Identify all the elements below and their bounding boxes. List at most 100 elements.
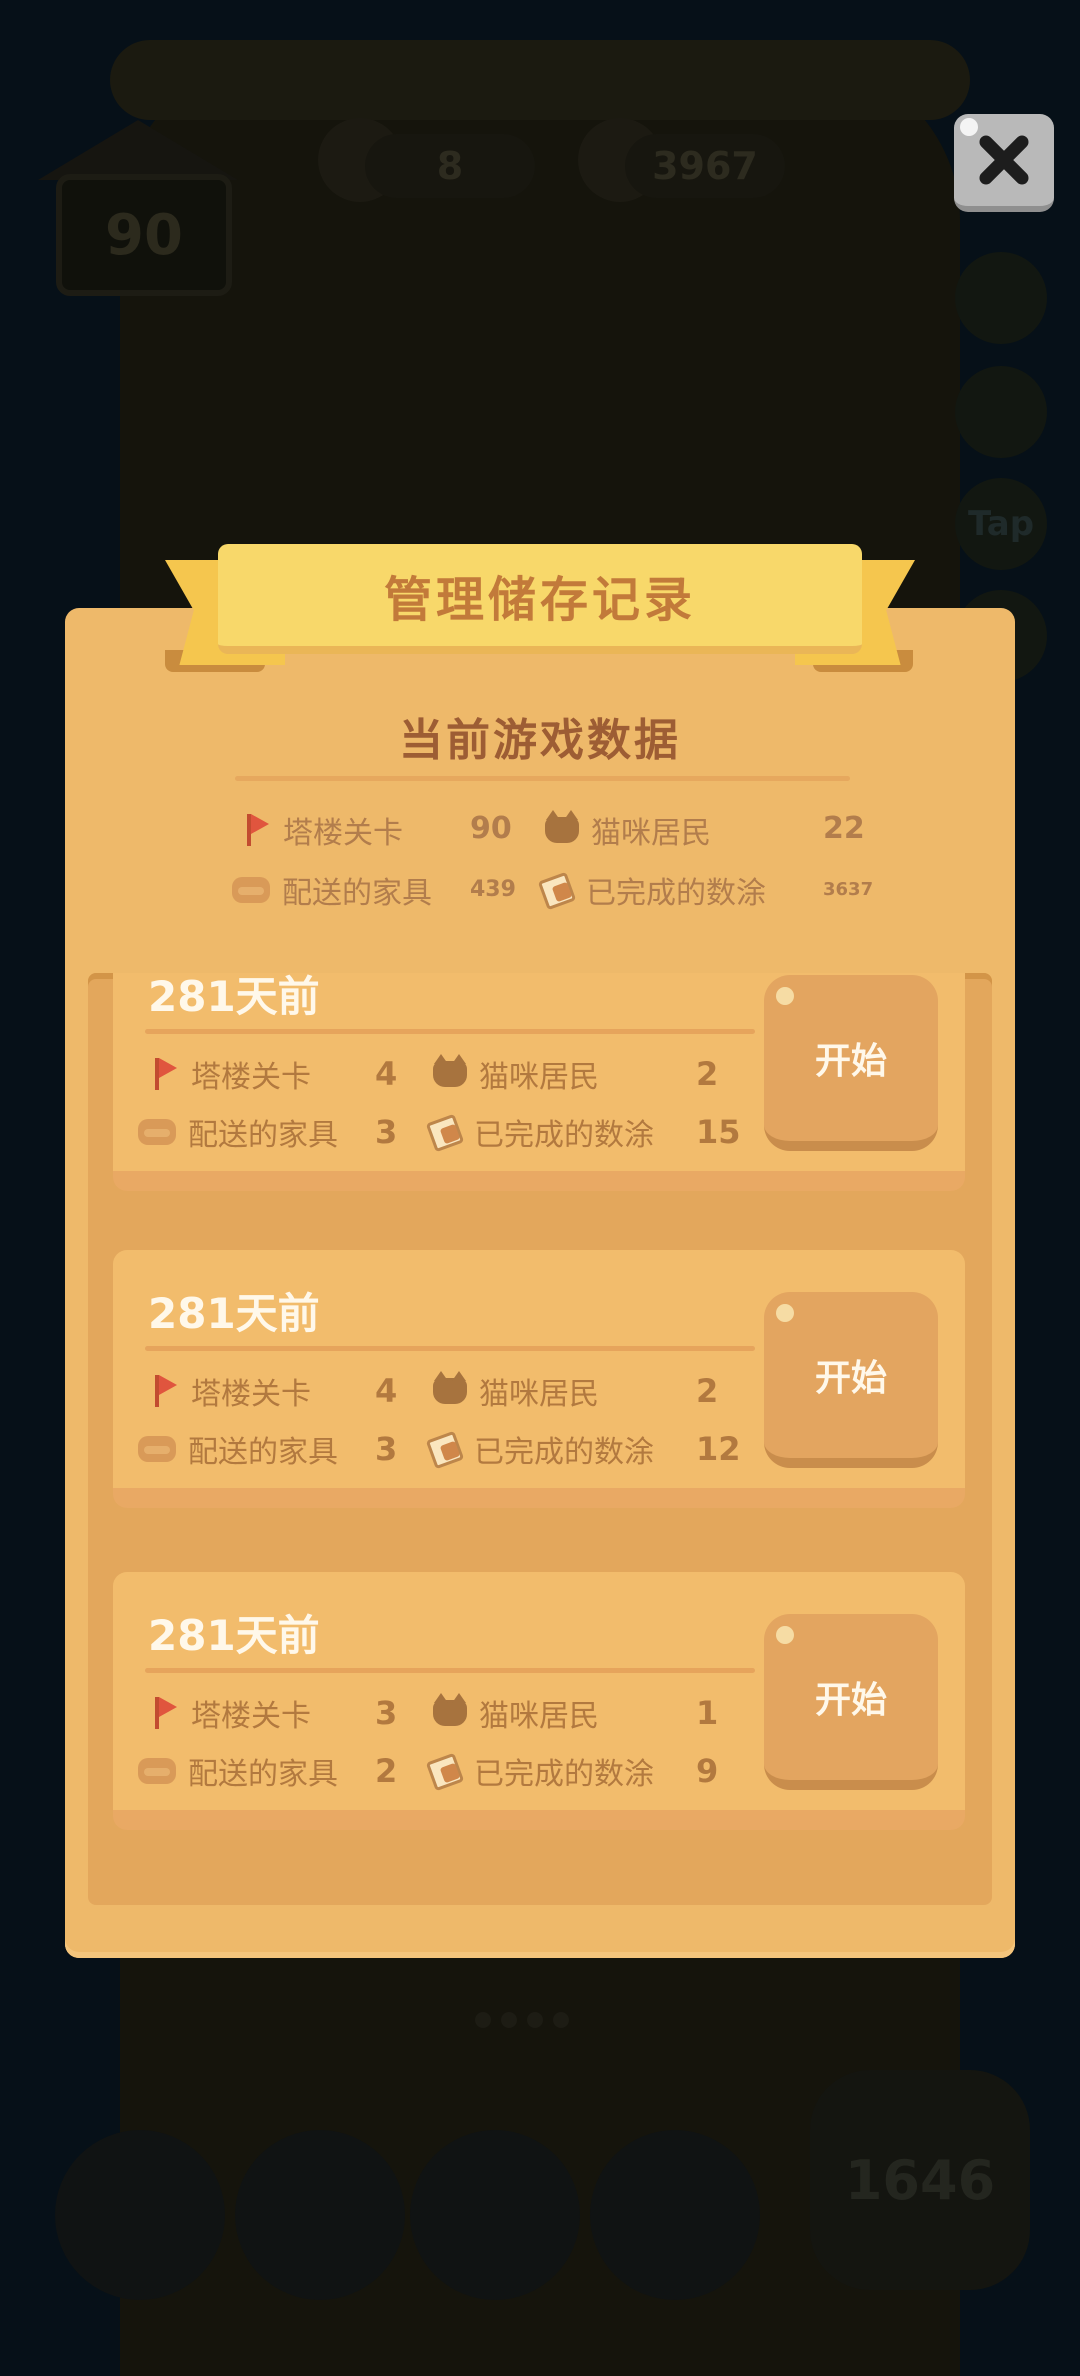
house-roof-icon [38, 120, 238, 180]
cat-residents-label: 猫咪居民 [591, 816, 711, 851]
tower-level-label: 塔楼关卡 [191, 1060, 311, 1095]
cat-residents-value: 2 [696, 1372, 719, 1410]
flag-icon [245, 814, 271, 846]
record-paintings: 已完成的数涂 [428, 1426, 654, 1472]
page-dot [527, 2012, 543, 2028]
sofa-icon [138, 1436, 176, 1462]
tower-level-label: 塔楼关卡 [283, 816, 403, 851]
furniture-label: 配送的家具 [188, 1757, 338, 1792]
paint-icon [428, 1433, 462, 1465]
current-data-row: 塔楼关卡 90 猫咪居民 22 [0, 805, 1080, 855]
paintings-value: 9 [696, 1752, 719, 1790]
flag-icon [153, 1697, 179, 1729]
paintings-label: 已完成的数涂 [474, 1435, 654, 1470]
ticket-counter: 3967 [625, 134, 785, 198]
record-card-under [113, 1488, 965, 1508]
page-dot [475, 2012, 491, 2028]
title-ribbon: 管理储存记录 [218, 544, 862, 654]
side-button-decorate [955, 252, 1047, 344]
paintings-value: 12 [696, 1430, 741, 1468]
flag-icon [153, 1375, 179, 1407]
save-record: 281天前 塔楼关卡 3 猫咪居民 1 配送的家具 2 已完成的数涂 9 开始 [113, 1572, 965, 1842]
paint-icon [540, 874, 574, 906]
record-divider [145, 1668, 755, 1673]
furniture-label: 配送的家具 [282, 876, 432, 911]
tower-level-label: 塔楼关卡 [191, 1377, 311, 1412]
side-button-tools [955, 366, 1047, 458]
paintings-value: 15 [696, 1113, 741, 1151]
furniture-value: 3 [375, 1113, 398, 1151]
record-cat-residents: 猫咪居民 [433, 1051, 599, 1097]
paintings-label: 已完成的数涂 [586, 876, 766, 911]
cat-icon [545, 810, 579, 843]
record-stats-row: 塔楼关卡 4 猫咪居民 2 [113, 1051, 773, 1097]
record-tower-level: 塔楼关卡 [153, 1051, 311, 1097]
current-data-row: 配送的家具 439 已完成的数涂 3637 [0, 865, 1080, 915]
record-furniture: 配送的家具 [138, 1109, 338, 1155]
close-icon [979, 135, 1029, 185]
page-dot [553, 2012, 569, 2028]
start-button[interactable]: 开始 [764, 1614, 938, 1790]
current-data-title: 当前游戏数据 [399, 715, 681, 766]
save-record: 281天前 塔楼关卡 4 猫咪居民 2 配送的家具 3 已完成的数涂 [113, 1250, 965, 1520]
cat-residents-value: 2 [696, 1055, 719, 1093]
record-stats-row: 配送的家具 3 已完成的数涂 15 [113, 1109, 773, 1155]
cat-icon [433, 1054, 467, 1087]
record-furniture: 配送的家具 [138, 1426, 338, 1472]
sofa-icon [138, 1119, 176, 1145]
record-tower-level: 塔楼关卡 [153, 1368, 311, 1414]
tower-level-value: 3 [375, 1694, 398, 1732]
record-paintings: 已完成的数涂 [428, 1109, 654, 1155]
record-stats-row: 塔楼关卡 3 猫咪居民 1 [113, 1690, 773, 1736]
dock-book-button [235, 2130, 405, 2300]
furniture-value: 2 [375, 1752, 398, 1790]
dock-gallery-button [410, 2130, 580, 2300]
record-tower-level: 塔楼关卡 [153, 1690, 311, 1736]
tower-roof [110, 40, 970, 120]
start-button-shine [776, 987, 794, 1005]
sofa-icon [138, 1758, 176, 1784]
furniture-label: 配送的家具 [188, 1435, 338, 1470]
cat-icon [433, 1371, 467, 1404]
dialog-title: 管理储存记录 [383, 572, 696, 628]
save-records-list[interactable]: 281天前 塔楼关卡 4 猫咪居民 2 配送的家具 3 已完成的数涂 15 开始… [88, 973, 992, 1905]
record-card-under [113, 1810, 965, 1830]
record-time: 281天前 [148, 1289, 320, 1338]
tower-level-value: 4 [375, 1372, 398, 1410]
current-cat-residents: 猫咪居民 [545, 805, 711, 855]
record-furniture: 配送的家具 [138, 1748, 338, 1794]
tower-level-badge: 90 [38, 120, 238, 296]
dock-score-badge: 1646 [810, 2070, 1030, 2290]
paintings-label: 已完成的数涂 [474, 1757, 654, 1792]
sofa-icon [232, 877, 270, 903]
page-dots [475, 2012, 569, 2028]
dock-furniture-button [55, 2130, 225, 2300]
start-button-shine [776, 1304, 794, 1322]
furniture-value: 3 [375, 1430, 398, 1468]
tower-level-value: 4 [375, 1055, 398, 1093]
start-button[interactable]: 开始 [764, 1292, 938, 1468]
page-dot [501, 2012, 517, 2028]
start-button[interactable]: 开始 [764, 975, 938, 1151]
start-button-label: 开始 [814, 1680, 887, 1721]
record-time: 281天前 [148, 1611, 320, 1660]
start-button-label: 开始 [814, 1358, 887, 1399]
start-button-label: 开始 [814, 1041, 887, 1082]
current-furniture: 配送的家具 [232, 865, 432, 915]
cat-residents-label: 猫咪居民 [479, 1699, 599, 1734]
record-paintings: 已完成的数涂 [428, 1748, 654, 1794]
record-divider [145, 1029, 755, 1034]
close-button[interactable] [954, 114, 1054, 212]
close-button-shine [960, 118, 978, 136]
coin-counter: 8 [365, 134, 535, 198]
paintings-label: 已完成的数涂 [474, 1118, 654, 1153]
record-stats-row: 塔楼关卡 4 猫咪居民 2 [113, 1368, 773, 1414]
record-time: 281天前 [148, 973, 320, 1021]
current-paintings: 已完成的数涂 [540, 865, 766, 915]
dock-residents-button [590, 2130, 760, 2300]
cat-residents-value: 1 [696, 1694, 719, 1732]
side-button-tap: Tap [955, 478, 1047, 570]
cat-residents-value: 22 [823, 811, 865, 846]
save-record: 281天前 塔楼关卡 4 猫咪居民 2 配送的家具 3 已完成的数涂 [113, 973, 965, 1203]
record-cat-residents: 猫咪居民 [433, 1368, 599, 1414]
